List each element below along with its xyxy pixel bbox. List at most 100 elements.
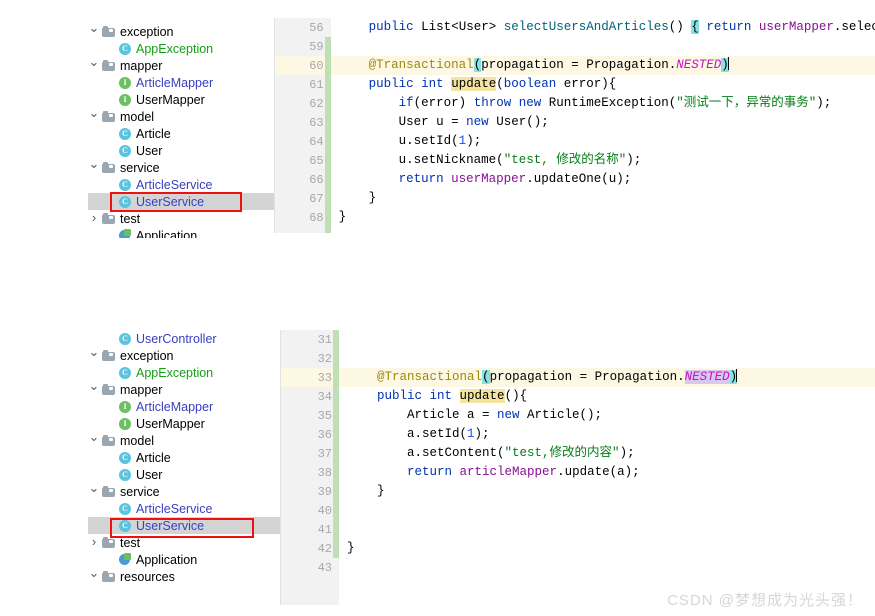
line-number: 31 [317,332,332,347]
code-token: () [668,20,692,34]
tree-item-exception[interactable]: exception [88,347,280,364]
chevron-down-icon[interactable] [88,569,100,582]
tree-item-test[interactable]: test [88,210,274,227]
code-token: User u = [398,115,467,129]
tree-item-label: ArticleService [136,501,213,516]
project-tree-bottom[interactable]: C UserController exception C AppException map… [88,330,280,605]
tree-item-articlemapper[interactable]: I ArticleMapper [88,398,280,415]
chevron-down-icon[interactable] [88,109,100,122]
line-number: 66 [309,172,324,187]
tree-item-application[interactable]: Application [88,551,280,568]
line-number: 63 [309,115,324,130]
tree-item-articlemapper[interactable]: I ArticleMapper [88,74,274,91]
tree-item-label: ArticleMapper [136,75,214,90]
chevron-down-icon[interactable] [88,382,100,395]
tree-item-article[interactable]: C Article [88,125,274,142]
tree-item-user[interactable]: C User [88,142,274,159]
code-line[interactable]: public int update(boolean error){ [331,75,875,94]
chevron-right-icon[interactable] [88,211,100,224]
tree-item-label: Article [136,450,171,465]
tree-item-resources[interactable]: resources [88,568,280,585]
tree-item-user[interactable]: C User [88,466,280,483]
code-token: selectUsersAndArticles [503,20,669,34]
folder-icon [102,383,116,397]
code-token: .update(a); [557,465,640,479]
code-line[interactable] [331,37,875,56]
code-line[interactable]: } [339,539,875,558]
tree-item-exception[interactable]: exception [88,23,274,40]
code-token: ); [816,96,832,110]
code-line[interactable]: u.setId(1); [331,132,875,151]
code-token: (){ [504,389,528,403]
tree-item-articleservice[interactable]: C ArticleService [88,500,280,517]
tree-item-appexception[interactable]: C AppException [88,40,274,57]
code-editor-bottom[interactable]: @Transactional(propagation = Propagation… [339,330,875,605]
tree-item-userservice[interactable]: C UserService [88,517,280,534]
code-token: NESTED [684,370,730,384]
code-line[interactable]: User u = new User(); [331,113,875,132]
code-line[interactable]: if(error) throw new RuntimeException("测试… [331,94,875,113]
code-line[interactable]: return userMapper.updateOne(u); [331,170,875,189]
code-line[interactable]: u.setNickname("test, 修改的名称"); [331,151,875,170]
class-icon: C [118,366,132,380]
code-token: a.setId( [407,427,468,441]
line-number-gutter-bottom: 31 32 33 34 35 36 37 38 39 40 41 42 43 [280,330,339,605]
code-line[interactable] [339,349,875,368]
class-icon: C [118,144,132,158]
chevron-down-icon[interactable] [88,160,100,173]
code-line[interactable]: } [339,482,875,501]
code-line[interactable]: public List<User> selectUsersAndArticles… [331,18,875,37]
chevron-down-icon[interactable] [88,433,100,446]
project-tree-top[interactable]: exception C AppException mapper I ArticleMapp… [88,18,274,238]
code-line[interactable]: @Transactional(propagation = Propagation… [330,56,875,75]
tree-item-articleservice[interactable]: C ArticleService [88,176,274,193]
line-number: 32 [317,351,332,366]
code-line[interactable] [339,520,875,539]
code-line[interactable]: @Transactional(propagation = Propagation… [339,368,875,387]
code-line[interactable] [339,330,875,349]
tree-item-label: mapper [120,58,163,73]
tree-item-usermapper[interactable]: I UserMapper [88,415,280,432]
tree-item-service[interactable]: service [88,159,274,176]
folder-icon [102,349,116,363]
tree-item-label: AppException [136,41,214,56]
tree-item-model[interactable]: model [88,432,280,449]
code-token: propagation = Propagation. [481,58,677,72]
code-line[interactable]: Article a = new Article(); [339,406,875,425]
code-line[interactable]: return articleMapper.update(a); [339,463,875,482]
line-number: 41 [317,522,332,537]
chevron-down-icon[interactable] [88,58,100,71]
tree-item-application[interactable]: Application [88,227,274,238]
code-line[interactable]: } [331,208,875,227]
tree-item-usermapper[interactable]: I UserMapper [88,91,274,108]
code-line[interactable] [339,558,875,577]
chevron-down-icon[interactable] [88,484,100,497]
tree-item-label: UserService [136,518,205,533]
code-editor-top[interactable]: public List<User> selectUsersAndArticles… [330,18,875,233]
code-line[interactable]: public int update(){ [339,387,875,406]
tree-item-article[interactable]: C Article [88,449,280,466]
chevron-right-icon[interactable] [88,535,100,548]
tree-item-mapper[interactable]: mapper [88,57,274,74]
code-token: throw [473,96,519,110]
folder-icon [102,485,116,499]
folder-icon [102,212,116,226]
chevron-down-icon[interactable] [88,348,100,361]
chevron-down-icon[interactable] [88,24,100,37]
code-line[interactable]: } [331,189,875,208]
code-line[interactable] [339,501,875,520]
tree-item-userservice[interactable]: C UserService [88,193,274,210]
tree-item-usercontroller[interactable]: C UserController [88,330,280,347]
code-line[interactable]: a.setId(1); [339,425,875,444]
code-line[interactable]: a.setContent("test,修改的内容"); [339,444,875,463]
code-token: int [421,77,452,91]
code-token: public [368,77,422,91]
tree-item-service[interactable]: service [88,483,280,500]
tree-item-model[interactable]: model [88,108,274,125]
tree-item-appexception[interactable]: C AppException [88,364,280,381]
tree-item-label: model [120,433,155,448]
tree-item-mapper[interactable]: mapper [88,381,280,398]
tree-item-test[interactable]: test [88,534,280,551]
